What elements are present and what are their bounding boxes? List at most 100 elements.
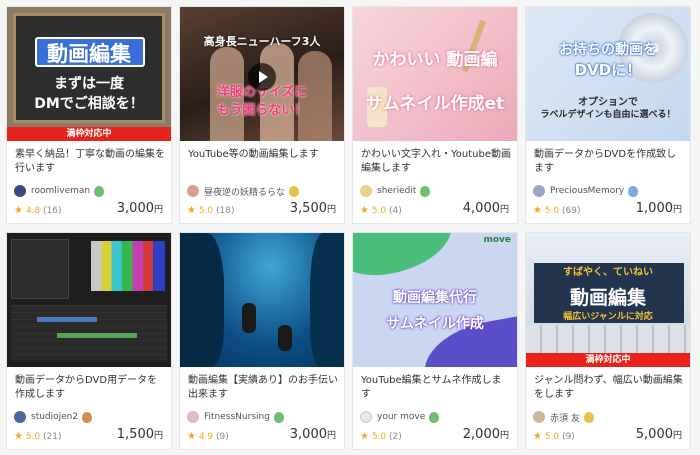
- price-value: 2,000: [462, 427, 500, 442]
- star-icon: ★: [14, 431, 23, 442]
- currency-label: 円: [153, 431, 163, 441]
- thumb-text: お持ちの動画を: [559, 42, 657, 58]
- service-card[interactable]: 高身長ニューハーフ3人 洋服のサイズに もう困らない！ YouTube等の動画編…: [179, 6, 345, 224]
- avatar: [187, 185, 199, 197]
- avatar: [533, 411, 545, 423]
- service-card[interactable]: かわいい 動画編 サムネイル作成et かわいい文字入れ・Youtube動画編集し…: [352, 6, 518, 224]
- thumb-text: 高身長ニューハーフ3人: [203, 35, 321, 48]
- service-title[interactable]: YouTube等の動画編集します: [188, 148, 338, 176]
- price: 3,500円: [290, 201, 336, 216]
- rating: ★ 5.0 (18): [187, 205, 235, 216]
- seller-name: PreciousMemory: [550, 186, 625, 196]
- price: 4,000円: [463, 201, 509, 216]
- rating: ★ 5.0 (2): [360, 431, 402, 442]
- rating-value: 5.0: [198, 206, 214, 216]
- service-card[interactable]: move 動画編集代行 サムネイル作成 YouTube編集とサムネ作成します y…: [352, 232, 518, 450]
- thumb-text: 動画編集代行: [393, 290, 477, 306]
- service-title[interactable]: 動画編集【実績あり】のお手伝い出来ます: [188, 374, 338, 402]
- currency-label: 円: [326, 431, 336, 441]
- service-card[interactable]: 動画編集 まずは一度 DMでご相談を！ 満枠対応中 素早く納品！丁寧な動画の編集…: [6, 6, 172, 224]
- review-count: (4): [389, 206, 402, 216]
- avatar: [187, 411, 199, 423]
- rating-value: 4.8: [25, 206, 41, 216]
- service-thumbnail[interactable]: かわいい 動画編 サムネイル作成et: [353, 7, 517, 141]
- rank-icon: [289, 185, 300, 197]
- review-count: (9): [216, 432, 229, 442]
- thumb-text: 動画編集: [47, 42, 131, 66]
- rating: ★ 4.8 (16): [14, 205, 62, 216]
- thumb-text: すばやく、ていねい: [563, 267, 653, 278]
- service-title[interactable]: 動画データからDVDを作成致します: [534, 148, 684, 176]
- rank-icon: [94, 185, 105, 197]
- avatar: [14, 185, 26, 197]
- service-thumbnail[interactable]: move 動画編集代行 サムネイル作成: [353, 233, 517, 367]
- seller-name: FitnessNursing: [204, 412, 270, 422]
- rating: ★ 5.0 (21): [14, 431, 62, 442]
- seller-info[interactable]: roomliveman: [14, 184, 105, 198]
- service-title[interactable]: かわいい文字入れ・Youtube動画編集します: [361, 148, 511, 176]
- service-thumbnail[interactable]: お持ちの動画を DVDに！ オプションで ラベルデザインも自由に選べる！: [526, 7, 690, 141]
- service-title[interactable]: ジャンル問わず、幅広い動画編集をします: [534, 374, 684, 402]
- service-thumbnail[interactable]: 高身長ニューハーフ3人 洋服のサイズに もう困らない！: [180, 7, 344, 141]
- currency-label: 円: [326, 205, 336, 215]
- rank-icon: [429, 411, 440, 423]
- play-icon[interactable]: [248, 63, 276, 91]
- currency-label: 円: [499, 205, 509, 215]
- currency-label: 円: [153, 205, 163, 215]
- thumb-text: サムネイル作成: [386, 316, 484, 332]
- seller-info[interactable]: 昼夜逆の妖精るらな: [187, 184, 300, 198]
- rating-value: 5.0: [544, 432, 560, 442]
- service-card[interactable]: お持ちの動画を DVDに！ オプションで ラベルデザインも自由に選べる！ 動画デ…: [525, 6, 691, 224]
- service-card[interactable]: すばやく、ていねい 動画編集 幅広いジャンルに対応 満枠対応中 ジャンル問わず、…: [525, 232, 691, 450]
- thumb-text: DVDに！: [574, 61, 642, 79]
- price-value: 3,000: [116, 201, 154, 216]
- thumb-text: もう困らない！: [216, 103, 308, 118]
- seller-info[interactable]: 赤須 友: [533, 410, 594, 424]
- seller-name: studiojen2: [31, 412, 79, 422]
- service-thumbnail[interactable]: [180, 233, 344, 367]
- service-thumbnail[interactable]: 動画編集 まずは一度 DMでご相談を！ 満枠対応中: [7, 7, 171, 141]
- price-value: 4,000: [462, 201, 500, 216]
- price-value: 3,500: [289, 201, 327, 216]
- service-grid: 動画編集 まずは一度 DMでご相談を！ 満枠対応中 素早く納品！丁寧な動画の編集…: [0, 0, 700, 455]
- service-thumbnail[interactable]: [7, 233, 171, 367]
- availability-badge: 満枠対応中: [526, 353, 690, 367]
- thumb-text: DMでご相談を！: [34, 96, 144, 112]
- seller-name: 赤須 友: [550, 413, 580, 424]
- price: 5,000円: [636, 427, 682, 442]
- service-title[interactable]: 素早く納品！丁寧な動画の編集を行います: [15, 148, 165, 176]
- star-icon: ★: [187, 431, 196, 442]
- seller-info[interactable]: your move: [360, 410, 440, 424]
- availability-badge: 満枠対応中: [7, 127, 171, 141]
- rank-icon: [628, 185, 639, 197]
- service-card[interactable]: 動画編集【実績あり】のお手伝い出来ます FitnessNursing ★ 4.9…: [179, 232, 345, 450]
- seller-info[interactable]: studiojen2: [14, 410, 93, 424]
- review-count: (9): [562, 432, 575, 442]
- service-card[interactable]: 動画データからDVD用データを作成します studiojen2 ★ 5.0 (2…: [6, 232, 172, 450]
- seller-info[interactable]: sheriedit: [360, 184, 431, 198]
- star-icon: ★: [360, 431, 369, 442]
- review-count: (69): [562, 206, 581, 216]
- seller-info[interactable]: FitnessNursing: [187, 410, 284, 424]
- review-count: (18): [216, 206, 235, 216]
- rank-icon: [273, 411, 284, 423]
- currency-label: 円: [672, 431, 682, 441]
- rating: ★ 5.0 (4): [360, 205, 402, 216]
- rating-value: 5.0: [371, 206, 387, 216]
- star-icon: ★: [360, 205, 369, 216]
- avatar: [533, 185, 545, 197]
- service-title[interactable]: 動画データからDVD用データを作成します: [15, 374, 165, 402]
- service-thumbnail[interactable]: すばやく、ていねい 動画編集 幅広いジャンルに対応 満枠対応中: [526, 233, 690, 367]
- seller-info[interactable]: PreciousMemory: [533, 184, 639, 198]
- price: 2,000円: [463, 427, 509, 442]
- avatar: [14, 411, 26, 423]
- thumb-text: まずは一度: [54, 76, 124, 92]
- currency-label: 円: [499, 431, 509, 441]
- star-icon: ★: [14, 205, 23, 216]
- seller-name: sheriedit: [377, 186, 417, 196]
- service-title[interactable]: YouTube編集とサムネ作成します: [361, 374, 511, 402]
- rank-icon: [420, 185, 431, 197]
- price: 1,500円: [117, 427, 163, 442]
- avatar: [360, 185, 372, 197]
- thumb-text: オプションで: [578, 97, 638, 108]
